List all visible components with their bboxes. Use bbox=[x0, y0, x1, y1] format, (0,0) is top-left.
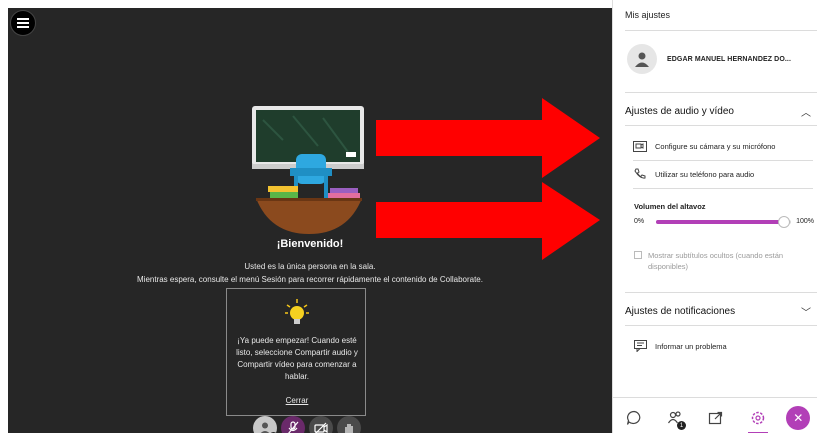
session-menu-hint: Mientras espera, consulte el menú Sesión… bbox=[137, 275, 483, 284]
report-label: Informar un problema bbox=[655, 341, 727, 351]
close-panel-button[interactable]: ✕ bbox=[786, 406, 811, 430]
closed-captions-option: Mostrar subtítulos ocultos (cuando están… bbox=[634, 250, 809, 272]
camera-off-icon bbox=[314, 422, 328, 433]
volume-handle[interactable] bbox=[778, 216, 791, 228]
use-phone-audio-button[interactable]: Utilizar su teléfono para audio bbox=[633, 168, 754, 180]
configure-camera-mic-button[interactable]: Configure su cámara y su micrófono bbox=[633, 140, 775, 152]
participants-button[interactable]: 1 bbox=[662, 405, 688, 431]
avatar bbox=[627, 44, 657, 74]
divider bbox=[613, 397, 817, 398]
notification-settings-header[interactable]: Ajustes de notificaciones ﹀ bbox=[625, 304, 811, 319]
red-arrow-top bbox=[376, 98, 600, 178]
chevron-up-icon: ︿ bbox=[801, 108, 811, 119]
my-status-button[interactable] bbox=[253, 416, 278, 433]
panel-title: Mis ajustes bbox=[625, 10, 671, 20]
captions-label: Mostrar subtítulos ocultos (cuando están… bbox=[648, 251, 784, 271]
divider bbox=[625, 92, 817, 93]
share-content-button[interactable] bbox=[703, 405, 729, 431]
phone-label: Utilizar su teléfono para audio bbox=[655, 169, 755, 179]
chat-icon bbox=[626, 410, 641, 425]
share-video-button[interactable] bbox=[309, 416, 333, 433]
divider bbox=[633, 188, 813, 189]
start-tip-card: ¡Ya puede empezar! Cuando esté listo, se… bbox=[226, 288, 366, 416]
welcome-illustration bbox=[252, 106, 364, 234]
phone-icon bbox=[633, 168, 647, 180]
av-settings-title: Ajustes de audio y vídeo bbox=[625, 106, 734, 117]
lightbulb-icon bbox=[285, 299, 309, 324]
volume-slider-row: 0% 100% bbox=[634, 215, 814, 229]
raise-hand-button[interactable] bbox=[337, 416, 361, 433]
volume-title: Volumen del altavoz bbox=[634, 202, 706, 211]
volume-slider[interactable] bbox=[656, 216, 791, 228]
participants-count-badge: 1 bbox=[677, 421, 687, 430]
captions-checkbox bbox=[634, 251, 642, 259]
start-tip-text: ¡Ya puede empezar! Cuando esté listo, se… bbox=[236, 336, 358, 381]
divider bbox=[625, 292, 817, 293]
volume-max-label: 100% bbox=[796, 218, 814, 225]
panel-bottom-bar: 1 ✕ bbox=[613, 403, 817, 433]
divider bbox=[625, 30, 817, 31]
red-arrow-bottom bbox=[376, 182, 600, 260]
hand-raise-icon bbox=[345, 424, 353, 433]
close-tip-link[interactable]: Cerrar bbox=[227, 396, 367, 405]
annotation-arrows bbox=[376, 98, 600, 260]
session-menu-button[interactable] bbox=[10, 10, 36, 36]
user-icon bbox=[635, 52, 649, 67]
user-name: EDGAR MANUEL HERNANDEZ DO... bbox=[667, 55, 792, 63]
configure-label: Configure su cámara y su micrófono bbox=[655, 141, 776, 151]
user-avatar-icon bbox=[260, 422, 270, 433]
volume-min-label: 0% bbox=[634, 218, 645, 225]
camera-mic-icon bbox=[633, 140, 647, 152]
volume-fill bbox=[656, 220, 785, 224]
chat-button[interactable] bbox=[621, 405, 647, 431]
microphone-off-icon bbox=[288, 421, 299, 433]
chevron-down-icon: ﹀ bbox=[801, 308, 811, 319]
share-audio-button[interactable] bbox=[281, 416, 305, 433]
settings-panel: Mis ajustes EDGAR MANUEL HERNANDEZ DO...… bbox=[612, 0, 817, 433]
my-settings-button[interactable] bbox=[745, 405, 771, 433]
divider bbox=[633, 160, 813, 161]
close-icon: ✕ bbox=[793, 411, 804, 425]
divider bbox=[625, 125, 817, 126]
user-profile[interactable]: EDGAR MANUEL HERNANDEZ DO... bbox=[627, 44, 791, 74]
notification-settings-title: Ajustes de notificaciones bbox=[625, 306, 736, 317]
share-icon bbox=[709, 411, 723, 425]
media-controls bbox=[253, 416, 361, 433]
av-settings-header[interactable]: Ajustes de audio y vídeo ︿ bbox=[625, 104, 811, 119]
divider bbox=[625, 325, 817, 326]
settings-icon bbox=[751, 411, 765, 425]
report-icon bbox=[633, 340, 647, 352]
report-problem-button[interactable]: Informar un problema bbox=[633, 340, 727, 352]
